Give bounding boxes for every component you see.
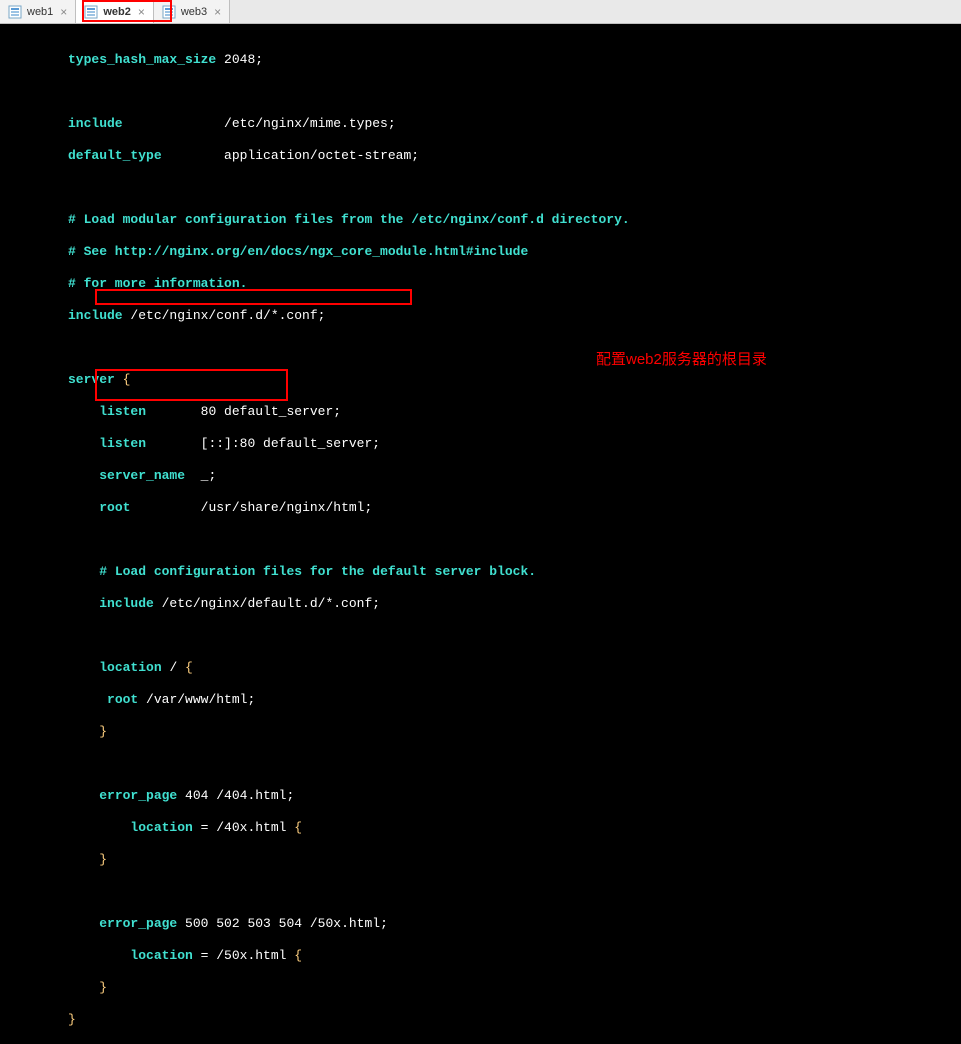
code-line: server_name _; <box>68 468 961 484</box>
code-line: # for more information. <box>68 276 961 292</box>
code-line: } <box>68 724 961 740</box>
code-line: server { <box>68 372 961 388</box>
code-line <box>68 532 961 548</box>
tab-label: web3 <box>181 6 207 18</box>
code-line: default_type application/octet-stream; <box>68 148 961 164</box>
code-line <box>68 180 961 196</box>
close-icon[interactable]: × <box>212 5 223 19</box>
code-line: include /etc/nginx/default.d/*.conf; <box>68 596 961 612</box>
code-line <box>68 884 961 900</box>
code-line: error_page 404 /404.html; <box>68 788 961 804</box>
code-line <box>68 628 961 644</box>
close-icon[interactable]: × <box>136 5 147 19</box>
code-line: } <box>68 1012 961 1028</box>
code-line: location / { <box>68 660 961 676</box>
tab-web1[interactable]: web1 × <box>0 0 76 23</box>
code-line: location = /40x.html { <box>68 820 961 836</box>
code-line: location = /50x.html { <box>68 948 961 964</box>
tab-bar: web1 × web2 × web3 × <box>0 0 961 24</box>
editor-area[interactable]: types_hash_max_size 2048; include /etc/n… <box>0 24 961 1044</box>
code-line: # Load configuration files for the defau… <box>68 564 961 580</box>
file-icon <box>84 5 98 19</box>
close-icon[interactable]: × <box>58 5 69 19</box>
annotation-text: 配置web2服务器的根目录 <box>596 348 767 369</box>
tab-label: web1 <box>27 6 53 18</box>
tab-label: web2 <box>103 6 131 18</box>
code-line: include /etc/nginx/mime.types; <box>68 116 961 132</box>
code-line: include /etc/nginx/conf.d/*.conf; <box>68 308 961 324</box>
tab-web2[interactable]: web2 × <box>76 0 154 23</box>
code-line <box>68 84 961 100</box>
code-line: } <box>68 852 961 868</box>
code-line: root /usr/share/nginx/html; <box>68 500 961 516</box>
code-line: # See http://nginx.org/en/docs/ngx_core_… <box>68 244 961 260</box>
file-icon <box>8 5 22 19</box>
code-line <box>68 340 961 356</box>
tab-web3[interactable]: web3 × <box>154 0 230 23</box>
code-line <box>68 756 961 772</box>
code-line: } <box>68 980 961 996</box>
code-line: listen [::]:80 default_server; <box>68 436 961 452</box>
code-line: root /var/www/html; <box>68 692 961 708</box>
code-line: error_page 500 502 503 504 /50x.html; <box>68 916 961 932</box>
code-line: types_hash_max_size 2048; <box>68 52 961 68</box>
file-icon <box>162 5 176 19</box>
code-line: listen 80 default_server; <box>68 404 961 420</box>
code-line: # Load modular configuration files from … <box>68 212 961 228</box>
